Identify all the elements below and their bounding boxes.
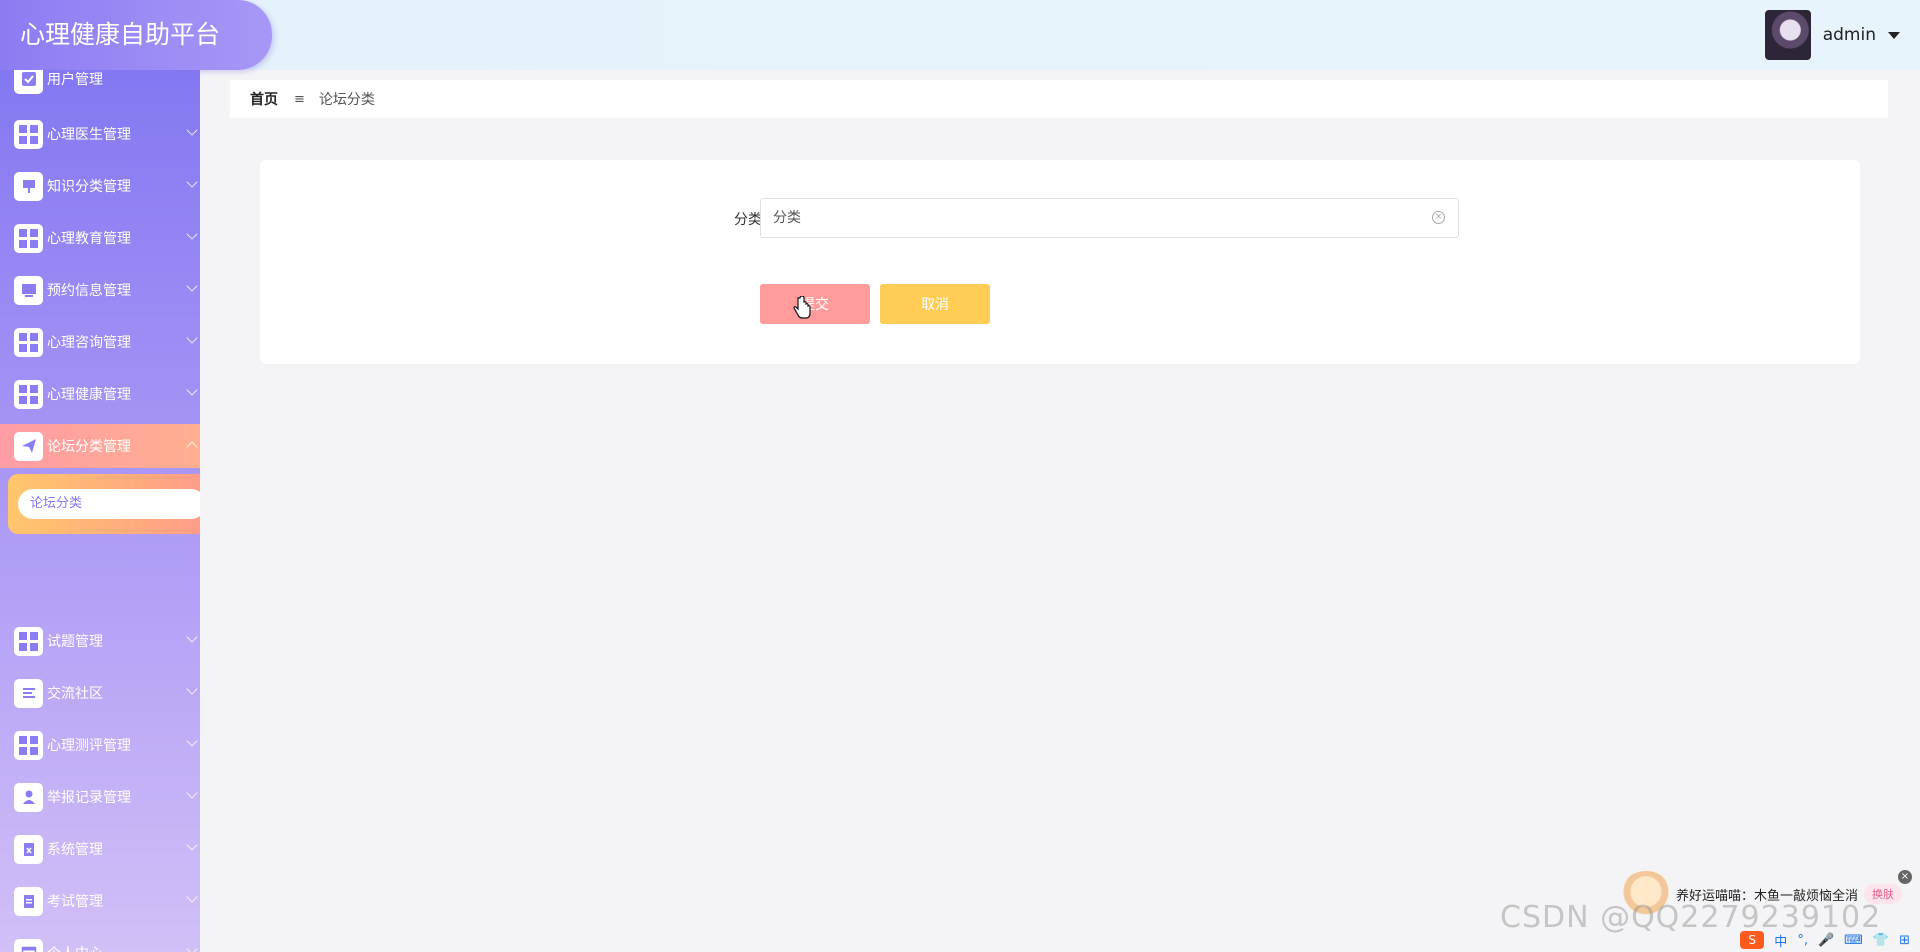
sidebar-item-label: 试题管理: [47, 634, 103, 650]
grid-icon: [14, 730, 43, 760]
microphone-icon[interactable]: 🎤: [1818, 933, 1834, 948]
person-icon: [14, 782, 43, 812]
sidebar-item-label: 心理教育管理: [47, 231, 131, 247]
sidebar-item-user-management[interactable]: 用户管理: [0, 70, 200, 101]
sidebar-item-report-management[interactable]: 举报记录管理: [0, 775, 200, 819]
ime-punctuation-toggle[interactable]: °,: [1797, 933, 1808, 948]
sidebar-item-label: 知识分类管理: [47, 179, 131, 195]
ime-toolbar: S 中 °, 🎤 ⌨ 👕 ⊞: [1740, 930, 1910, 950]
chevron-down-icon: [186, 735, 198, 747]
caret-down-icon[interactable]: [1888, 31, 1900, 39]
paper-plane-icon: [14, 431, 43, 461]
form-card: 分类名称 分类 × 提交 取消: [260, 160, 1860, 364]
sidebar-item-knowledge-category[interactable]: 知识分类管理: [0, 164, 200, 208]
sidebar-item-health-management[interactable]: 心理健康管理: [0, 372, 200, 416]
breadcrumb: 首页 ≡ 论坛分类: [230, 80, 1888, 118]
monitor-icon: [14, 275, 43, 305]
sidebar-item-label: 心理咨询管理: [47, 335, 131, 351]
sidebar-item-label: 心理测评管理: [47, 738, 131, 754]
toolbox-icon[interactable]: ⊞: [1899, 933, 1910, 948]
clipboard-icon: [14, 886, 43, 916]
close-icon[interactable]: ×: [1898, 870, 1912, 884]
clear-icon[interactable]: ×: [1432, 211, 1445, 224]
user-menu[interactable]: admin: [1764, 10, 1900, 60]
sidebar-item-community[interactable]: 交流社区: [0, 671, 200, 715]
chevron-down-icon: [186, 280, 198, 292]
sidebar-item-forum-category-management[interactable]: 论坛分类管理: [0, 424, 200, 468]
chevron-down-icon: [186, 124, 198, 136]
avatar[interactable]: [1764, 10, 1811, 60]
breadcrumb-separator-icon: ≡: [294, 91, 305, 107]
grid-icon: [14, 223, 43, 253]
breadcrumb-home[interactable]: 首页: [250, 89, 278, 109]
chevron-down-icon: [186, 787, 198, 799]
chevron-down-icon: [186, 839, 198, 851]
cancel-button[interactable]: 取消: [880, 284, 990, 324]
sidebar-item-system-management[interactable]: 系统管理: [0, 827, 200, 871]
sidebar-item-label: 系统管理: [47, 842, 103, 858]
window-icon: [14, 938, 43, 952]
breadcrumb-current: 论坛分类: [318, 92, 375, 108]
app-title: 心理健康自助平台: [0, 0, 272, 70]
sidebar-item-label: 举报记录管理: [47, 790, 131, 806]
sidebar-item-label: 心理健康管理: [47, 387, 131, 403]
sidebar-item-doctor-management[interactable]: 心理医生管理: [0, 112, 200, 156]
ime-logo-icon[interactable]: S: [1740, 931, 1765, 949]
sidebar-item-label: 用户管理: [47, 72, 103, 88]
grid-icon: [14, 626, 43, 656]
grid-icon: [14, 379, 43, 409]
submenu-item-forum-category[interactable]: 论坛分类: [18, 489, 200, 519]
chevron-down-icon: [186, 943, 198, 952]
list-icon: [14, 678, 43, 708]
category-name-input[interactable]: 分类: [760, 198, 1459, 238]
sidebar-item-education-management[interactable]: 心理教育管理: [0, 216, 200, 260]
grid-icon: [14, 119, 43, 149]
chevron-down-icon: [186, 891, 198, 903]
chevron-down-icon: [186, 384, 198, 396]
sidebar-item-label: 考试管理: [47, 894, 103, 910]
sidebar-item-label: 交流社区: [47, 686, 103, 702]
board-icon: [14, 171, 43, 201]
chevron-down-icon: [186, 631, 198, 643]
chevron-up-icon: [186, 441, 198, 453]
submenu: 论坛分类: [8, 474, 200, 534]
chevron-down-icon: [186, 228, 198, 240]
grid-icon: [14, 327, 43, 357]
chevron-down-icon: [186, 332, 198, 344]
skin-icon[interactable]: 👕: [1873, 933, 1889, 948]
chevron-down-icon: [186, 683, 198, 695]
ime-lang-toggle[interactable]: 中: [1774, 931, 1787, 950]
submit-button[interactable]: 提交: [760, 284, 870, 324]
sidebar-item-assessment-management[interactable]: 心理测评管理: [0, 723, 200, 767]
sidebar-item-personal-center[interactable]: 个人中心: [0, 931, 200, 952]
chevron-down-icon: [186, 176, 198, 188]
sidebar-item-label: 个人中心: [47, 943, 103, 952]
sidebar-item-label: 预约信息管理: [47, 283, 131, 299]
sidebar: 用户管理 心理医生管理 知识分类管理 心理教育管理 预约信息管理 心理咨询管理 …: [0, 70, 200, 952]
sidebar-item-question-management[interactable]: 试题管理: [0, 619, 200, 663]
sidebar-item-label: 论坛分类管理: [47, 439, 131, 455]
clipboard-x-icon: [14, 834, 43, 864]
sidebar-item-label: 心理医生管理: [47, 127, 131, 143]
top-header: 心理健康自助平台 admin: [0, 0, 1920, 70]
checkbox-icon: [14, 70, 43, 94]
sidebar-item-consultation-management[interactable]: 心理咨询管理: [0, 320, 200, 364]
username[interactable]: admin: [1823, 25, 1876, 45]
sidebar-item-exam-management[interactable]: 考试管理: [0, 879, 200, 923]
hand-cursor-icon: [793, 295, 811, 325]
keyboard-icon[interactable]: ⌨: [1844, 933, 1863, 948]
sidebar-item-appointment-management[interactable]: 预约信息管理: [0, 268, 200, 312]
